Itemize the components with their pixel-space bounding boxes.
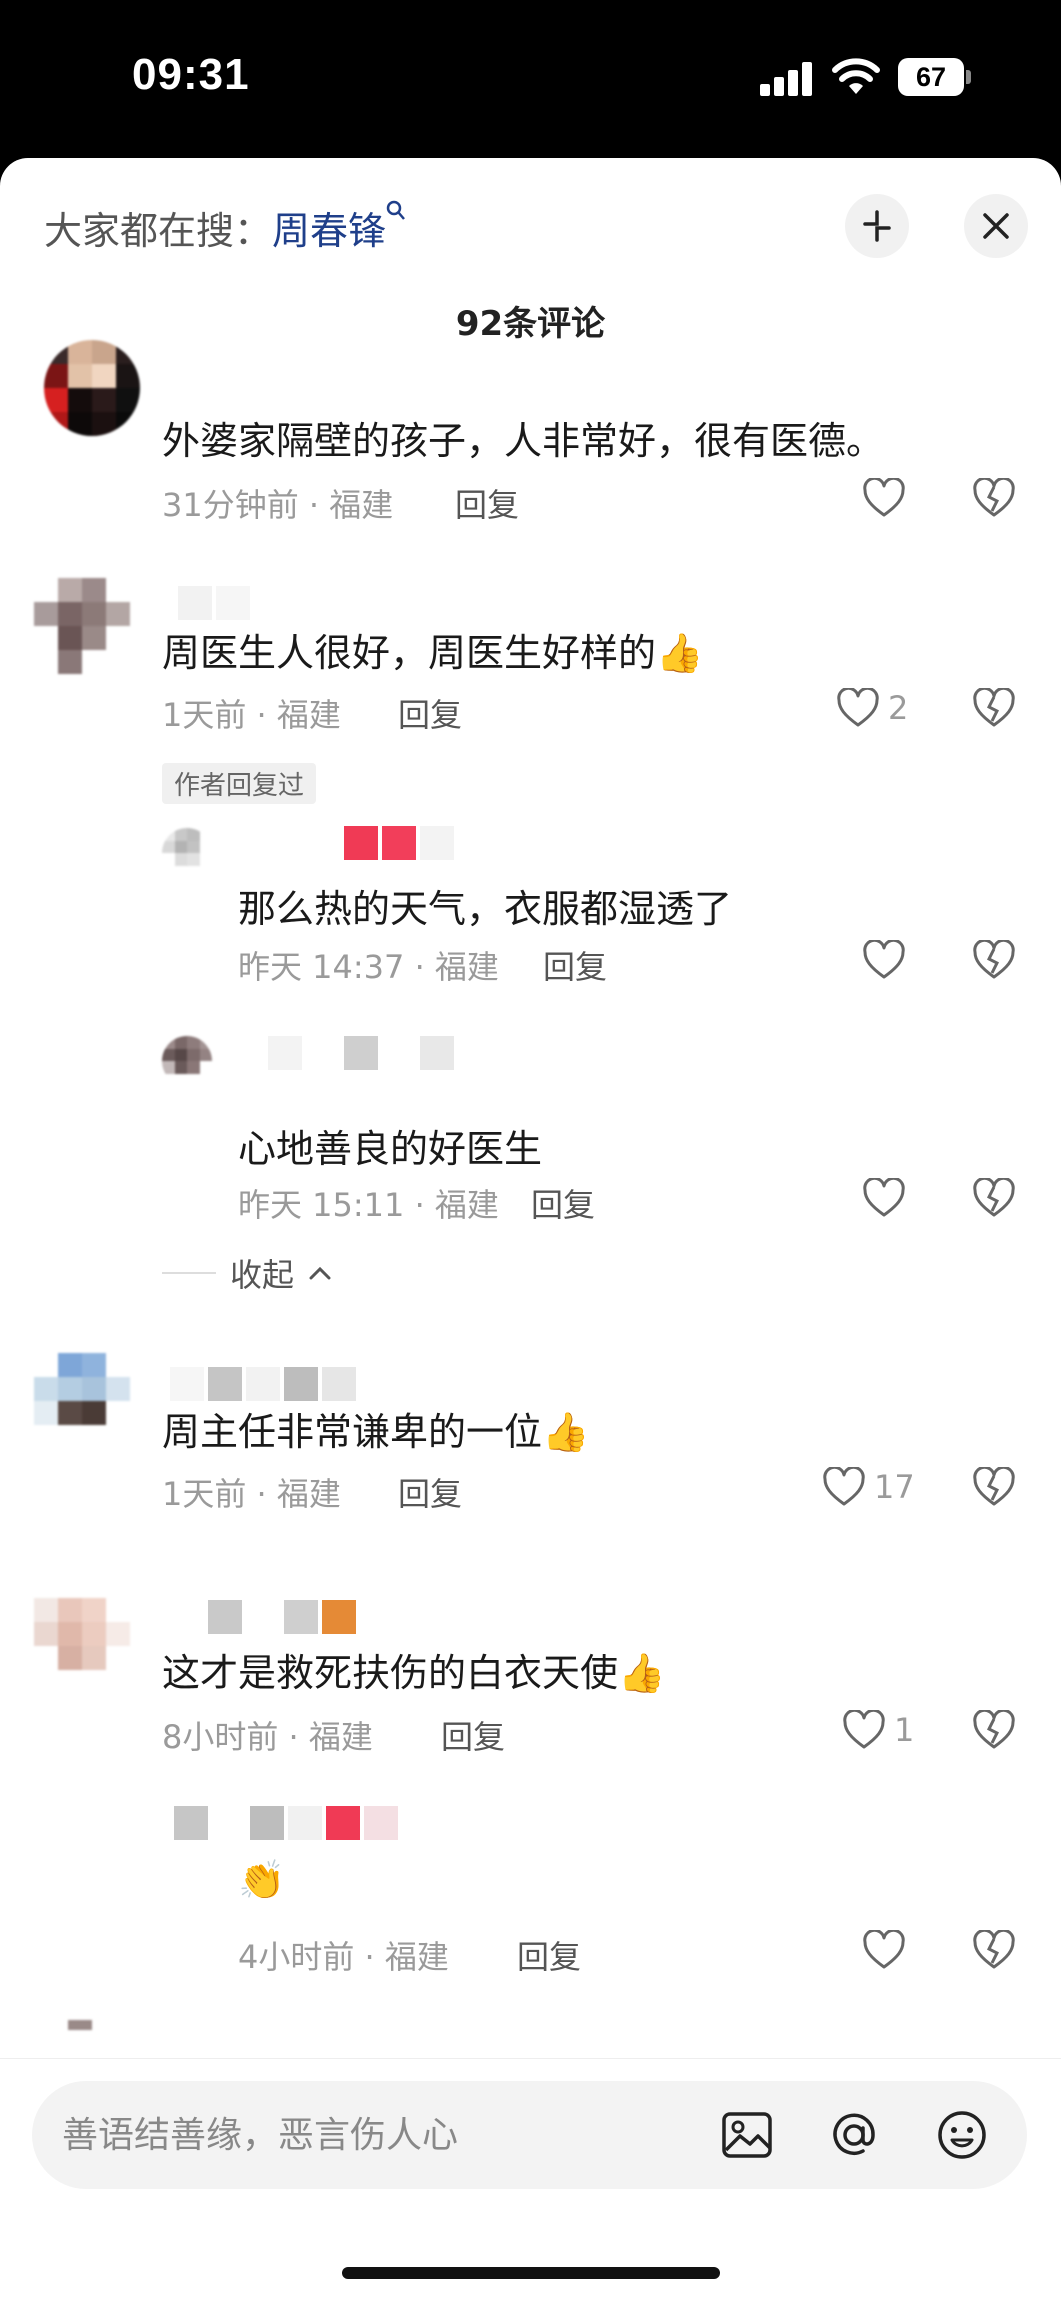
at-icon[interactable] bbox=[827, 2108, 881, 2162]
reply-button[interactable]: 回复 bbox=[455, 480, 519, 526]
heart-icon bbox=[863, 1930, 905, 1969]
heart-icon bbox=[837, 688, 879, 727]
heart-icon bbox=[823, 1467, 865, 1506]
reply-text: 👏 bbox=[238, 1858, 286, 1902]
image-icon[interactable] bbox=[720, 2108, 774, 2162]
avatar[interactable] bbox=[44, 340, 140, 436]
search-term[interactable]: 周春锋 bbox=[272, 209, 386, 253]
comment-item: 这才是救死扶伤的白衣天使👍 8小时前 · 福建 回复 1 👏 4小时前 · 福建… bbox=[0, 1598, 1061, 2038]
heart-icon bbox=[843, 1710, 885, 1749]
comment-meta: 8小时前 · 福建 bbox=[162, 1718, 373, 1756]
battery-icon: 67 bbox=[898, 58, 964, 96]
signal-icon bbox=[760, 62, 812, 96]
nickname-mosaic bbox=[170, 1600, 356, 1634]
comment-meta: 1天前 · 福建 bbox=[162, 1475, 341, 1513]
close-icon bbox=[983, 213, 1009, 239]
reply-avatar[interactable] bbox=[162, 1036, 212, 1086]
nickname-mosaic bbox=[230, 826, 454, 860]
author-replied-badge: 作者回复过 bbox=[162, 763, 317, 804]
reply-text: 那么热的天气，衣服都湿透了 bbox=[238, 887, 733, 931]
like-button[interactable]: 1 bbox=[842, 1710, 914, 1750]
nickname-mosaic bbox=[174, 1806, 398, 1840]
reply-meta: 昨天 15:11 · 福建 bbox=[238, 1186, 499, 1224]
like-count: 2 bbox=[888, 689, 909, 727]
comments-sheet: 大家都在搜：周春锋 92条评论 外婆家隔壁的孩子，人非常好，很有医德。 31分钟… bbox=[0, 158, 1061, 2300]
like-button[interactable] bbox=[862, 940, 906, 980]
close-button[interactable] bbox=[964, 194, 1028, 258]
nickname-mosaic bbox=[170, 1367, 356, 1401]
broken-heart-icon[interactable] bbox=[972, 1710, 1016, 1750]
comment-text: 周主任非常谦卑的一位👍 bbox=[162, 1410, 590, 1454]
battery-cap bbox=[966, 70, 971, 84]
avatar[interactable] bbox=[34, 1353, 130, 1449]
status-time: 09:31 bbox=[132, 50, 250, 99]
search-icon bbox=[386, 200, 406, 228]
heart-icon bbox=[863, 940, 905, 979]
nickname-mosaic bbox=[230, 1036, 454, 1070]
like-button[interactable] bbox=[862, 1178, 906, 1218]
like-button[interactable]: 2 bbox=[836, 688, 908, 728]
wifi-icon bbox=[832, 58, 880, 94]
like-count: 1 bbox=[894, 1711, 915, 1749]
broken-heart-icon[interactable] bbox=[972, 1178, 1016, 1218]
reply-text: 心地善良的好医生 bbox=[238, 1127, 543, 1171]
broken-heart-icon[interactable] bbox=[972, 478, 1016, 518]
search-suggestion[interactable]: 大家都在搜：周春锋 bbox=[44, 200, 406, 255]
broken-heart-icon[interactable] bbox=[972, 1930, 1016, 1970]
reply-avatar[interactable] bbox=[162, 828, 212, 878]
comment-text: 这才是救死扶伤的白衣天使👍 bbox=[162, 1651, 666, 1695]
reply-meta: 4小时前 · 福建 bbox=[238, 1938, 449, 1976]
comment-item: 周医生人很好，周医生好样的👍 1天前 · 福建 回复 2 作者回复过 那么热的天… bbox=[0, 578, 1061, 1118]
comment-text: 外婆家隔壁的孩子，人非常好，很有医德。 bbox=[162, 419, 885, 463]
like-button[interactable] bbox=[862, 478, 906, 518]
reply-button[interactable]: 回复 bbox=[543, 942, 607, 988]
collapse-sheet-button[interactable] bbox=[845, 194, 909, 258]
heart-icon bbox=[863, 1178, 905, 1217]
like-button[interactable]: 17 bbox=[822, 1467, 915, 1507]
home-indicator bbox=[342, 2267, 720, 2279]
comment-meta: 1天前 · 福建 bbox=[162, 696, 341, 734]
reply-button[interactable]: 回复 bbox=[517, 1932, 581, 1978]
comment-item: 周主任非常谦卑的一位👍 1天前 · 福建 回复 17 bbox=[0, 1353, 1061, 1553]
search-prefix: 大家都在搜： bbox=[44, 209, 273, 253]
comment-count: 92条评论 bbox=[455, 304, 606, 344]
broken-heart-icon[interactable] bbox=[972, 688, 1016, 728]
reply-button[interactable]: 回复 bbox=[398, 1469, 462, 1515]
broken-heart-icon[interactable] bbox=[972, 940, 1016, 980]
collapse-icon bbox=[863, 210, 891, 242]
like-button[interactable] bbox=[862, 1930, 906, 1970]
reply-button[interactable]: 回复 bbox=[531, 1180, 595, 1226]
divider bbox=[162, 1272, 216, 1274]
reply-item: 心地善良的好医生 昨天 15:11 · 福建 回复 收起 bbox=[0, 1118, 1061, 1294]
emoji-icon[interactable] bbox=[935, 2108, 989, 2162]
broken-heart-icon[interactable] bbox=[972, 1467, 1016, 1507]
reply-button[interactable]: 回复 bbox=[441, 1712, 505, 1758]
heart-icon bbox=[863, 478, 905, 517]
avatar[interactable] bbox=[34, 1598, 130, 1694]
comment-meta: 31分钟前 · 福建 bbox=[162, 486, 394, 524]
comment-input-bar bbox=[0, 2058, 1061, 2300]
comment-text: 周医生人很好，周医生好样的👍 bbox=[162, 631, 704, 675]
avatar[interactable] bbox=[34, 578, 130, 674]
collapse-label: 收起 bbox=[230, 1256, 295, 1294]
comment-input[interactable] bbox=[62, 2081, 702, 2189]
reply-meta: 昨天 14:37 · 福建 bbox=[238, 948, 499, 986]
avatar[interactable] bbox=[44, 2020, 140, 2058]
nickname-mosaic bbox=[178, 586, 250, 620]
comment-item: 外婆家隔壁的孩子，人非常好，很有医德。 31分钟前 · 福建 回复 bbox=[0, 340, 1061, 558]
reply-button[interactable]: 回复 bbox=[398, 690, 462, 736]
collapse-replies-button[interactable]: 收起 bbox=[162, 1250, 332, 1296]
like-count: 17 bbox=[874, 1468, 915, 1506]
chevron-up-icon bbox=[309, 1266, 331, 1280]
status-bar: 09:31 67 bbox=[0, 0, 1061, 160]
comment-input-box[interactable] bbox=[32, 2081, 1027, 2189]
